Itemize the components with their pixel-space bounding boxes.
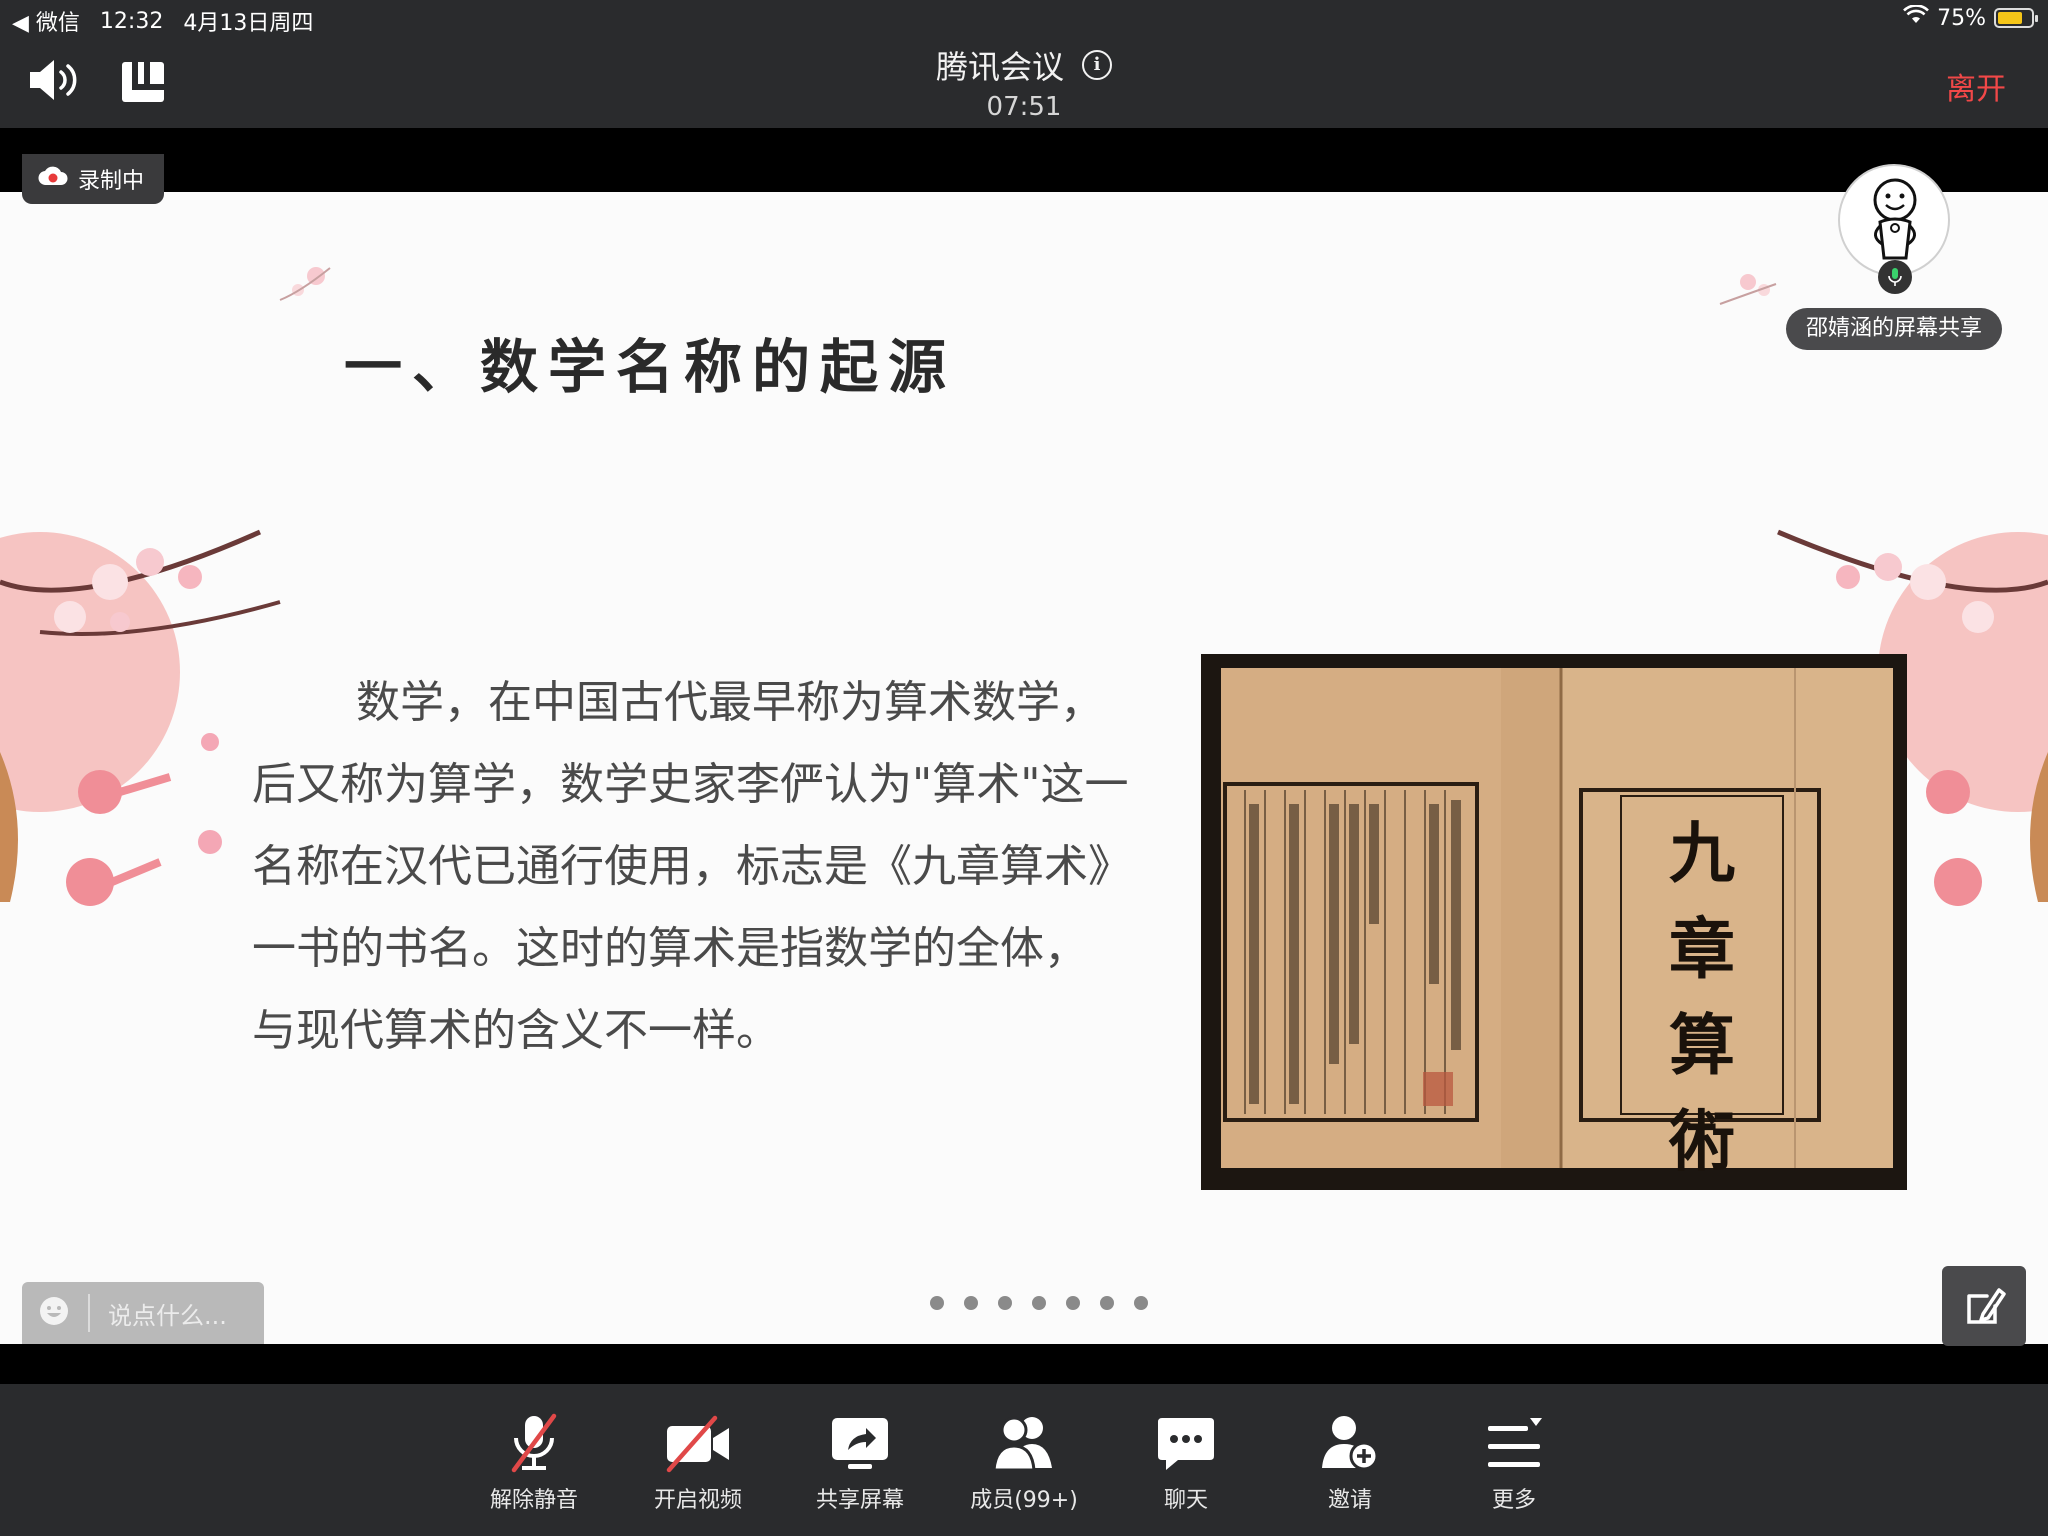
start-video-label: 开启视频: [653, 1488, 742, 1513]
unmute-button[interactable]: 解除静音: [474, 1412, 594, 1514]
slide-paragraph: 数学，在中国古代最早称为算术数学， 后又称为算学，数学史家李俨认为"算术"这一 …: [252, 662, 1162, 1072]
small-blossom-decoration: [1719, 274, 1777, 305]
members-label: 成员(99+): [970, 1488, 1078, 1513]
comment-input[interactable]: 说点什么...: [22, 1282, 264, 1344]
paragraph-line: 数学，在中国古代最早称为算术数学，: [356, 677, 1104, 728]
start-video-button[interactable]: 开启视频: [638, 1412, 758, 1514]
meeting-title: 腾讯会议: [935, 48, 1064, 86]
nine-chapters-book-image: 九 章 算 術: [1201, 654, 1907, 1190]
meeting-toolbar: 解除静音 开启视频 共享屏幕 成员(99+) 聊天 邀请 更多: [0, 1384, 2048, 1536]
annotate-button[interactable]: [1942, 1266, 2026, 1346]
recording-badge: 录制中: [22, 154, 164, 204]
invite-button[interactable]: 邀请: [1290, 1412, 1410, 1514]
mic-active-icon: [1878, 260, 1912, 294]
paragraph-line: 名称在汉代已通行使用，标志是《九章算术》: [252, 841, 1132, 892]
leave-button[interactable]: 离开: [1946, 64, 2006, 108]
small-blossom-decoration: [279, 267, 331, 301]
page-dot[interactable]: [1134, 1296, 1148, 1310]
share-screen-button[interactable]: 共享屏幕: [800, 1412, 920, 1514]
shared-screen: 一、数学名称的起源 数学，在中国古代最早称为算术数学， 后又称为算学，数学史家李…: [0, 192, 2048, 1344]
divider: [88, 1294, 90, 1332]
page-dot[interactable]: [964, 1296, 978, 1310]
page-dot[interactable]: [1032, 1296, 1046, 1310]
paragraph-line: 与现代算术的含义不一样。: [252, 1005, 780, 1056]
wifi-icon: [1903, 4, 1930, 31]
status-bar: ◀ 微信 12:32 4月13日周四 75%: [0, 0, 2048, 36]
presenter-label: 邵婧涵的屏幕共享: [1786, 308, 2002, 350]
page-dot[interactable]: [998, 1296, 1012, 1310]
add-user-icon: [1322, 1416, 1379, 1471]
members-icon: [992, 1416, 1052, 1472]
meeting-timer: 07:51: [986, 92, 1062, 122]
status-date: 4月13日周四: [183, 11, 314, 36]
battery-icon: [1994, 8, 2038, 28]
comment-placeholder: 说点什么...: [108, 1301, 227, 1330]
chat-icon: [1158, 1418, 1214, 1470]
page-dot[interactable]: [1066, 1296, 1080, 1310]
share-screen-icon: [832, 1418, 888, 1469]
video-off-icon: [666, 1415, 729, 1473]
paragraph-line: 一书的书名。这时的算术是指数学的全体，: [252, 923, 1088, 974]
chat-button[interactable]: 聊天: [1126, 1412, 1246, 1514]
unmute-label: 解除静音: [489, 1488, 578, 1513]
presenter-overlay[interactable]: 邵婧涵的屏幕共享: [1786, 164, 2002, 354]
battery-percent: 75%: [1937, 5, 1986, 31]
recording-label: 录制中: [78, 169, 145, 194]
more-label: 更多: [1491, 1488, 1536, 1513]
page-dot[interactable]: [930, 1296, 944, 1310]
more-menu-icon: [1488, 1418, 1542, 1467]
share-screen-label: 共享屏幕: [815, 1488, 904, 1513]
slide-page-indicator: [930, 1296, 1148, 1310]
paragraph-line: 后又称为算学，数学史家李俨认为"算术"这一: [252, 759, 1129, 810]
back-to-wechat-link[interactable]: ◀ 微信: [12, 5, 80, 37]
book-title-vertical: 九 章 算 術: [1669, 814, 1735, 1180]
emoji-icon[interactable]: [38, 1295, 70, 1331]
status-time: 12:32: [99, 8, 164, 34]
invite-label: 邀请: [1327, 1488, 1372, 1513]
cloud-record-icon: [38, 165, 68, 193]
page-dot[interactable]: [1100, 1296, 1114, 1310]
more-button[interactable]: 更多: [1454, 1412, 1574, 1514]
chat-label: 聊天: [1163, 1488, 1208, 1513]
meeting-header: 腾讯会议 i 07:51 离开: [0, 36, 2048, 128]
slide-title: 一、数学名称的起源: [344, 333, 957, 401]
members-button[interactable]: 成员(99+): [964, 1412, 1084, 1514]
mic-muted-icon: [511, 1413, 557, 1473]
annotate-icon: [1967, 1288, 2006, 1324]
info-icon[interactable]: i: [1082, 50, 1112, 80]
